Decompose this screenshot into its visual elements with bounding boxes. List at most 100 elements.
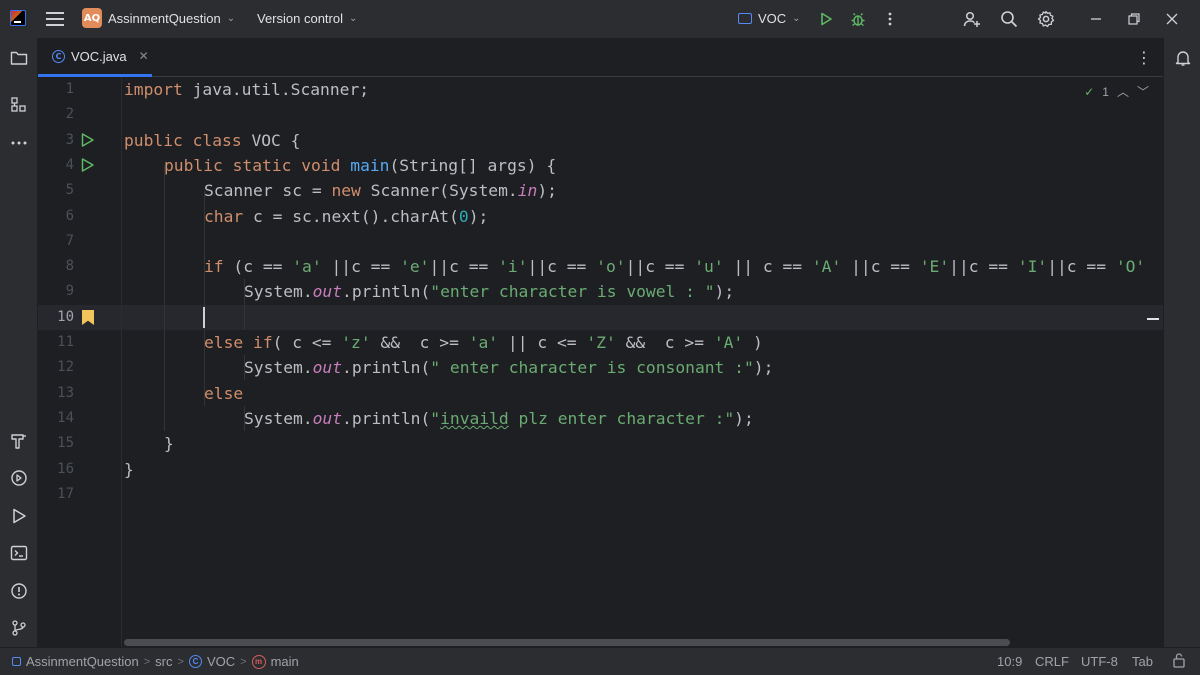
code-line-1: import java.util.Scanner;: [124, 80, 370, 99]
vcs-widget[interactable]: Version control ⌄: [257, 11, 357, 26]
line-number: 6: [65, 207, 74, 224]
search-icon[interactable]: [999, 9, 1019, 29]
chevron-right-icon: >: [143, 655, 151, 668]
code-line-12: System.out.println(" enter character is …: [244, 358, 774, 378]
run-config-icon: [738, 13, 752, 24]
notifications-icon[interactable]: [1173, 48, 1193, 68]
horizontal-scrollbar[interactable]: [124, 639, 1010, 646]
chevron-down-icon: ⌄: [792, 13, 801, 24]
line-number-current: 10: [57, 308, 74, 325]
bookmark-icon[interactable]: [82, 310, 94, 325]
code-line-9: System.out.println("enter character is v…: [244, 282, 735, 302]
minimize-icon[interactable]: [1086, 9, 1106, 29]
line-number: 13: [57, 384, 74, 401]
project-icon[interactable]: [9, 48, 29, 68]
text-caret: [203, 306, 205, 328]
line-number: 17: [57, 485, 74, 502]
breadcrumb-method[interactable]: main: [271, 654, 299, 669]
breadcrumb: AssinmentQuestion > src > C VOC > m main: [12, 654, 299, 669]
project-switcher[interactable]: AQ AssinmentQuestion ⌄: [82, 8, 235, 28]
line-number: 2: [65, 106, 74, 123]
code-line-13: else: [204, 383, 244, 403]
line-number: 4: [65, 156, 74, 173]
inspection-count: 1: [1102, 84, 1109, 99]
app-logo-icon[interactable]: [10, 10, 26, 26]
project-name: AssinmentQuestion: [108, 10, 221, 26]
inspection-widget[interactable]: ✓ 1 ︿ ﹀: [1084, 83, 1149, 100]
editor-tab-bar: C VOC.java ✕ ⋮: [38, 38, 1163, 77]
code-line-4: public static void main(String[] args) {: [164, 155, 557, 175]
line-number: 7: [65, 232, 74, 249]
code-line-8: if (c == 'a' ||c == 'e'||c == 'i'||c == …: [204, 257, 1146, 277]
code-editor[interactable]: 1 2 3 4 5 6 7 8 9 10 11 12 13 14 15 16 1…: [38, 77, 1163, 647]
main-menu-icon[interactable]: [46, 11, 64, 27]
left-tool-window-bar: [0, 38, 38, 647]
lock-icon[interactable]: [1172, 652, 1186, 671]
vcs-label: Version control: [257, 11, 343, 26]
code-line-15: }: [164, 434, 174, 454]
file-encoding[interactable]: UTF-8: [1081, 654, 1118, 669]
run-config-label: VOC: [758, 11, 787, 26]
code-line-14: System.out.println("invaild plz enter ch…: [244, 408, 754, 428]
more-vertical-icon[interactable]: [880, 9, 900, 29]
more-tools-icon[interactable]: [9, 133, 29, 153]
git-icon[interactable]: [9, 618, 29, 638]
code-area[interactable]: import java.util.Scanner; public class V…: [124, 77, 1163, 647]
run-class-gutter-icon[interactable]: [79, 132, 95, 148]
code-line-16: }: [124, 459, 134, 479]
terminal-icon[interactable]: [9, 543, 29, 563]
chevron-up-icon[interactable]: ︿: [1117, 83, 1129, 100]
module-icon: [12, 657, 21, 666]
chevron-right-icon: >: [177, 655, 184, 668]
spelling-typo: invaild: [440, 408, 509, 428]
breadcrumb-project[interactable]: AssinmentQuestion: [26, 654, 139, 669]
method-icon: m: [251, 654, 266, 669]
line-number: 16: [57, 460, 74, 477]
problems-icon[interactable]: [9, 581, 29, 601]
chevron-down-icon: ⌄: [226, 12, 236, 24]
structure-icon[interactable]: [9, 95, 29, 115]
tab-voc-java[interactable]: C VOC.java ✕: [38, 38, 152, 77]
debug-icon[interactable]: [848, 9, 868, 29]
code-line-3: public class VOC {: [124, 130, 301, 150]
check-icon: ✓: [1084, 84, 1095, 99]
cursor-position[interactable]: 10:9: [997, 654, 1022, 669]
line-number: 15: [57, 435, 74, 452]
error-stripe-marker[interactable]: [1147, 318, 1159, 320]
run-icon[interactable]: [816, 9, 836, 29]
breadcrumb-class[interactable]: VOC: [207, 654, 235, 669]
title-bar: AQ AssinmentQuestion ⌄ Version control ⌄…: [0, 0, 1200, 38]
line-number: 3: [65, 131, 74, 148]
line-number: 9: [65, 283, 74, 300]
chevron-down-icon[interactable]: ﹀: [1137, 83, 1149, 100]
build-icon[interactable]: [9, 431, 29, 451]
run-tool-icon[interactable]: [9, 506, 29, 526]
chevron-right-icon: >: [240, 655, 247, 668]
close-icon[interactable]: [1162, 9, 1182, 29]
run-main-gutter-icon[interactable]: [79, 157, 95, 173]
status-bar: AssinmentQuestion > src > C VOC > m main…: [0, 647, 1200, 675]
line-number: 8: [65, 258, 74, 275]
java-class-icon: C: [52, 49, 65, 63]
line-number: 5: [65, 182, 74, 199]
indent-guide: [164, 165, 165, 431]
line-number: 14: [57, 409, 74, 426]
right-tool-window-bar: [1163, 38, 1200, 647]
code-line-5: Scanner sc = new Scanner(System.in);: [204, 181, 557, 201]
more-vertical-icon[interactable]: ⋮: [1136, 48, 1152, 67]
tab-label: VOC.java: [71, 48, 127, 64]
close-tab-icon[interactable]: ✕: [139, 49, 149, 63]
indent-setting[interactable]: Tab: [1132, 654, 1153, 669]
add-user-icon[interactable]: [962, 9, 982, 29]
project-avatar: AQ: [82, 8, 102, 28]
run-config-selector[interactable]: VOC ⌄: [738, 11, 801, 26]
services-icon[interactable]: [9, 468, 29, 488]
settings-icon[interactable]: [1036, 9, 1056, 29]
java-class-icon: C: [188, 655, 202, 668]
code-line-11: else if( c <= 'z' && c >= 'a' || c <= 'Z…: [204, 333, 763, 352]
breadcrumb-src[interactable]: src: [155, 654, 172, 669]
line-number: 11: [57, 334, 74, 350]
code-line-6: char c = sc.next().charAt(0);: [204, 206, 489, 226]
line-separator[interactable]: CRLF: [1035, 654, 1069, 669]
restore-icon[interactable]: [1124, 9, 1144, 29]
